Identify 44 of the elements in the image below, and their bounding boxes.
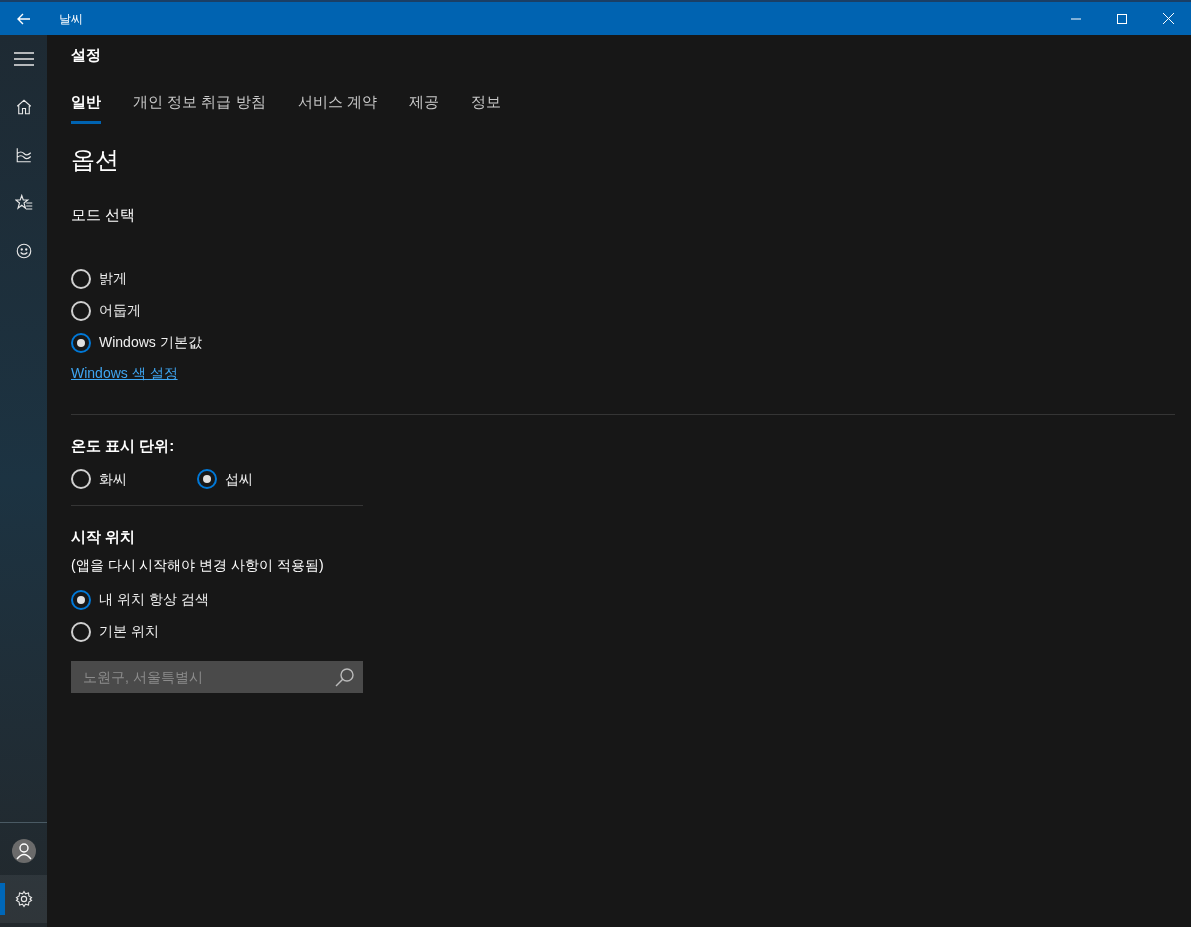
tab[interactable]: 개인 정보 취급 방침 bbox=[133, 90, 266, 124]
radio-label: 기본 위치 bbox=[99, 622, 159, 641]
radio-option[interactable]: 밝게 bbox=[71, 262, 127, 295]
radio-button[interactable] bbox=[71, 589, 91, 610]
window-title: 날씨 bbox=[59, 10, 83, 28]
units-label: 온도 표시 단위: bbox=[71, 435, 176, 456]
tab[interactable]: 서비스 계약 bbox=[297, 90, 377, 124]
radio-label: 밝게 bbox=[99, 269, 127, 288]
radio-label: 내 위치 항상 검색 bbox=[99, 590, 209, 609]
menu-icon bbox=[13, 52, 34, 66]
radio-option[interactable]: 기본 위치 bbox=[71, 615, 159, 648]
page-title: 설정 bbox=[71, 45, 102, 65]
back-arrow-icon bbox=[16, 12, 31, 25]
tab[interactable]: 정보 bbox=[470, 90, 501, 124]
radio-label: 어둡게 bbox=[99, 301, 141, 320]
radio-option[interactable]: 섭씨 bbox=[197, 463, 253, 495]
radio-option[interactable]: Windows 기본값 bbox=[71, 326, 202, 359]
launch-label: 시작 위치 bbox=[71, 527, 137, 547]
tab[interactable]: 일반 bbox=[71, 90, 101, 124]
location-search-field[interactable]: 노원구, 서울특별시 bbox=[71, 660, 363, 693]
radio-option[interactable]: 내 위치 항상 검색 bbox=[71, 583, 209, 616]
radio-label: Windows 기본값 bbox=[99, 333, 202, 352]
radio-label: 섭씨 bbox=[225, 469, 253, 489]
mode-label: 모드 선택 bbox=[71, 205, 137, 225]
launch-note: (앱을 다시 시작해야 변경 사항이 적용됨) bbox=[71, 555, 325, 575]
chart-icon bbox=[14, 146, 33, 164]
settings-icon bbox=[14, 890, 33, 908]
minimize-icon bbox=[1071, 17, 1081, 20]
radio-label: 화씨 bbox=[99, 469, 127, 489]
sidebar-item[interactable] bbox=[0, 875, 47, 923]
section-title: 옵션 bbox=[71, 145, 120, 175]
home-icon bbox=[14, 98, 33, 116]
maximize-icon bbox=[1117, 13, 1127, 24]
radio-button[interactable] bbox=[197, 469, 217, 489]
avatar-icon bbox=[11, 839, 36, 863]
smiley-icon bbox=[14, 242, 33, 260]
radio-option[interactable]: 화씨 bbox=[71, 463, 127, 495]
search-icon bbox=[335, 666, 355, 687]
color-settings-link[interactable]: Windows 색 설정 bbox=[71, 362, 178, 384]
star-list-icon bbox=[14, 194, 33, 212]
close-icon bbox=[1162, 13, 1174, 24]
radio-option[interactable]: 어둡게 bbox=[71, 294, 141, 327]
radio-button[interactable] bbox=[71, 332, 91, 353]
tab[interactable]: 제공 bbox=[408, 90, 439, 124]
